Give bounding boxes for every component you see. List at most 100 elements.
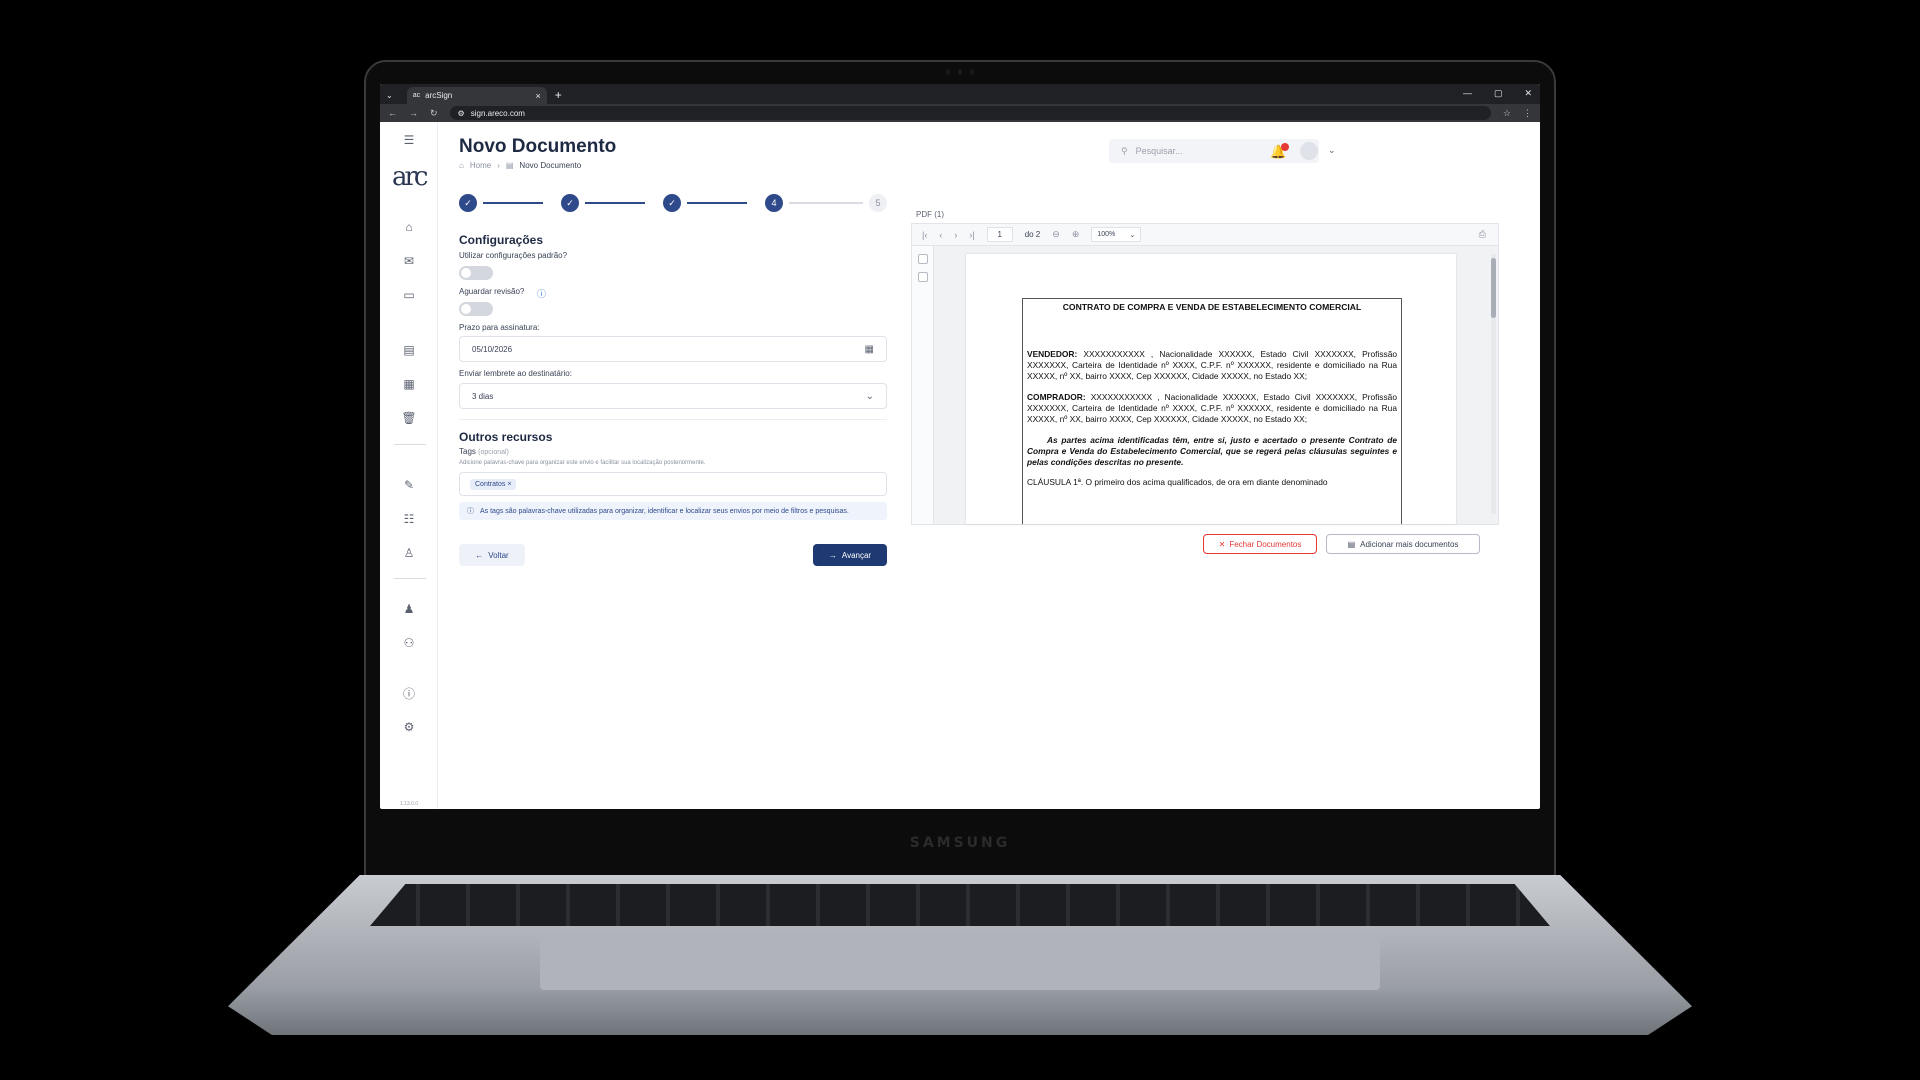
arc-logo: arc — [392, 162, 428, 192]
next-button-label: Avançar — [841, 550, 872, 560]
tag-remove-icon[interactable]: × — [507, 481, 511, 488]
sidebar: ☰ arc ⌂ ✉ ▭ ▤ ▦ 🗑 ✎ ☷ ♙ ♟ ⚇ ⓘ ⚙ 1.13.0.0 — [380, 122, 438, 809]
user-icon[interactable]: ♙ — [401, 545, 417, 561]
next-page-icon[interactable]: › — [954, 230, 957, 240]
notification-badge — [1281, 143, 1289, 151]
trash-icon[interactable]: 🗑 — [401, 410, 417, 426]
default-config-toggle[interactable] — [459, 266, 493, 280]
hamburger-menu-icon[interactable]: ☰ — [401, 132, 417, 148]
deadline-date-input[interactable]: 05/10/2026 ▦ — [459, 336, 887, 362]
step-connector — [687, 202, 747, 204]
close-window-icon[interactable]: ✕ — [1524, 88, 1532, 99]
page-title: Novo Documento — [459, 136, 617, 157]
templates-icon[interactable]: ☷ — [401, 511, 417, 527]
device-brand: SAMSUNG — [909, 835, 1011, 851]
tab-search-icon[interactable]: ⌄ — [386, 91, 393, 100]
comprador-paragraph: COMPRADOR: XXXXXXXXXXX , Nacionalidade X… — [1027, 392, 1397, 425]
step-3[interactable]: ✓ — [663, 194, 681, 212]
prev-page-icon[interactable]: ‹ — [939, 230, 942, 240]
vendedor-paragraph: VENDEDOR: XXXXXXXXXXX , Nacionalidade XX… — [1027, 349, 1397, 382]
pdf-thumbnail-rail — [912, 246, 934, 524]
close-documents-label: Fechar Documentos — [1229, 539, 1302, 549]
print-icon[interactable]: ⎙ — [1479, 229, 1486, 240]
sidebar-divider — [394, 444, 426, 445]
folder-icon[interactable]: ▭ — [401, 287, 417, 303]
back-arrow-icon[interactable]: ← — [388, 108, 397, 118]
step-1[interactable]: ✓ — [459, 194, 477, 212]
bookmark-star-icon[interactable]: ☆ — [1503, 108, 1511, 119]
avatar[interactable] — [1300, 142, 1318, 160]
chevron-down-icon: ⌄ — [865, 390, 874, 402]
users-group-icon[interactable]: ♟ — [401, 601, 417, 617]
pdf-scrollbar[interactable] — [1491, 254, 1496, 514]
site-info-icon[interactable]: ⚙ — [458, 109, 465, 118]
sidebar-divider — [394, 578, 426, 579]
document-icon[interactable]: ▤ — [401, 342, 417, 358]
minimize-icon[interactable]: — — [1463, 88, 1472, 99]
first-page-icon[interactable]: |‹ — [922, 230, 927, 240]
zoom-select[interactable]: 100% ⌄ — [1091, 227, 1142, 242]
archive-icon[interactable]: ▦ — [401, 376, 417, 392]
back-button[interactable]: ← Voltar — [459, 544, 525, 566]
close-documents-button[interactable]: ✕ Fechar Documentos — [1203, 534, 1317, 554]
vendedor-label: VENDEDOR: — [1027, 349, 1078, 360]
await-review-label: Aguardar revisão? — [459, 287, 525, 296]
default-config-label: Utilizar configurações padrão? — [459, 251, 568, 260]
page-number-input[interactable]: 1 — [986, 227, 1013, 242]
step-5[interactable]: 5 — [869, 194, 887, 212]
reload-icon[interactable]: ↻ — [430, 108, 438, 119]
mail-icon[interactable]: ✉ — [401, 253, 417, 269]
breadcrumb-current: Novo Documento — [519, 161, 582, 170]
step-connector — [789, 202, 863, 204]
search-input[interactable]: ⚲ Pesquisar... — [1109, 139, 1319, 163]
browser-menu-icon[interactable]: ⋮ — [1523, 108, 1532, 119]
last-page-icon[interactable]: ›| — [969, 230, 974, 240]
tags-optional: (opcional) — [478, 449, 509, 456]
pdf-viewer: |‹ ‹ › ›| 1 do 2 ⊖ ⊕ 100% ⌄ ⎙ CONTRATO D… — [911, 223, 1499, 525]
calendar-icon[interactable]: ▦ — [865, 344, 874, 355]
app-version: 1.13.0.0 — [399, 801, 419, 807]
user-badge-icon[interactable]: ⚇ — [401, 635, 417, 651]
tags-info-text: As tags são palavras-chave utilizadas pa… — [480, 507, 849, 515]
forward-arrow-icon[interactable]: → — [409, 108, 418, 118]
vendedor-text: XXXXXXXXXXX , Nacionalidade XXXXXX, Esta… — [1027, 349, 1398, 382]
maximize-icon[interactable]: ▢ — [1494, 88, 1503, 99]
reminder-select[interactable]: 3 dias ⌄ — [459, 383, 887, 409]
app: ☰ arc ⌂ ✉ ▭ ▤ ▦ 🗑 ✎ ☷ ♙ ♟ ⚇ ⓘ ⚙ 1.13.0.0… — [380, 122, 1540, 809]
screen: ⌄ ac arcSign × + — ▢ ✕ ← → ↻ ⚙ sign.arec… — [380, 84, 1540, 809]
add-documents-button[interactable]: ▤ Adicionar mais documentos — [1326, 534, 1480, 554]
main-content: Novo Documento ⌂ Home › ▤ Novo Documento… — [438, 122, 1540, 809]
add-documents-label: Adicionar mais documentos — [1360, 539, 1459, 549]
url-input[interactable]: ⚙ sign.areco.com — [449, 106, 1491, 120]
step-2[interactable]: ✓ — [561, 194, 579, 212]
back-button-label: Voltar — [488, 550, 509, 560]
pdf-tab-label[interactable]: PDF (1) — [916, 210, 944, 219]
info-circle-icon[interactable]: ⓘ — [537, 287, 546, 300]
outline-icon[interactable] — [917, 272, 928, 282]
settings-gear-icon[interactable]: ⚙ — [401, 719, 417, 735]
tag-chip[interactable]: Contratos × — [470, 478, 517, 490]
home-icon[interactable]: ⌂ — [401, 219, 417, 235]
tags-label-text: Tags — [459, 447, 476, 456]
chevron-down-icon[interactable]: ⌄ — [1328, 145, 1336, 156]
step-connector — [483, 202, 543, 204]
thumbnails-icon[interactable] — [917, 254, 928, 264]
browser-tabbar: ⌄ ac arcSign × + — ▢ ✕ — [380, 84, 1540, 104]
zoom-in-icon[interactable]: ⊕ — [1072, 229, 1080, 240]
url-text: sign.areco.com — [470, 108, 525, 118]
signature-pen-icon[interactable]: ✎ — [401, 477, 417, 493]
new-tab-button[interactable]: + — [555, 88, 562, 102]
tab-close-icon[interactable]: × — [535, 91, 540, 101]
zoom-out-icon[interactable]: ⊖ — [1052, 229, 1060, 240]
browser-tab[interactable]: ac arcSign × — [406, 87, 547, 104]
step-4[interactable]: 4 — [765, 194, 783, 212]
await-review-toggle[interactable] — [459, 302, 493, 316]
tags-input[interactable]: Contratos × — [459, 472, 887, 496]
tag-chip-label: Contratos — [475, 480, 506, 488]
breadcrumb-home[interactable]: Home — [470, 161, 491, 170]
info-icon[interactable]: ⓘ — [401, 685, 417, 701]
document-content: CONTRATO DE COMPRA E VENDA DE ESTABELECI… — [1022, 298, 1402, 524]
pdf-toolbar: |‹ ‹ › ›| 1 do 2 ⊖ ⊕ 100% ⌄ ⎙ — [912, 224, 1498, 246]
next-button[interactable]: → Avançar — [813, 544, 887, 566]
search-placeholder: Pesquisar... — [1135, 146, 1183, 156]
